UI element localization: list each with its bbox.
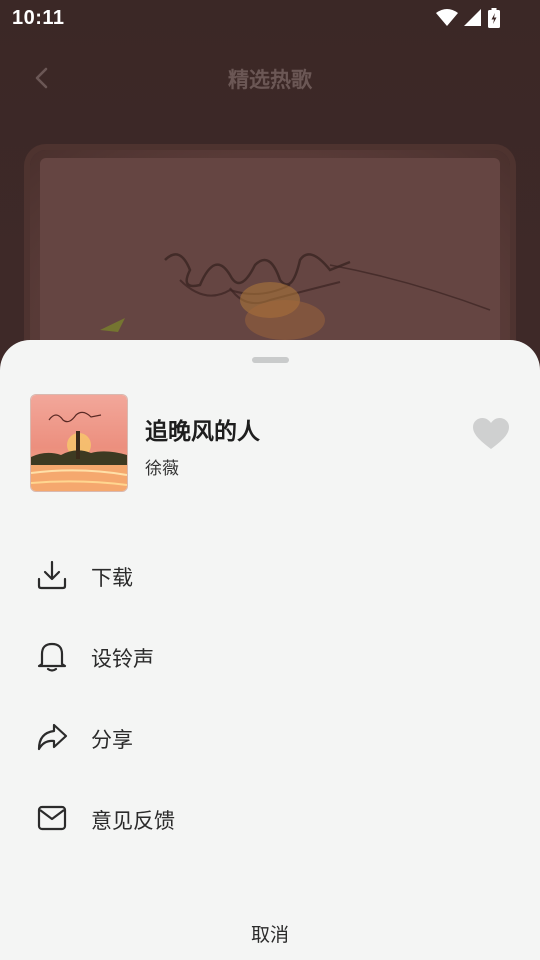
menu-item-label: 分享: [91, 728, 133, 752]
song-artist: 徐薇: [145, 459, 179, 479]
song-title: 追晚风的人: [145, 419, 260, 445]
signal-icon: [464, 9, 481, 26]
share-icon: [37, 723, 68, 751]
download-icon: [37, 560, 67, 590]
wifi-icon: [436, 9, 458, 26]
battery-charging-icon: [488, 8, 500, 28]
mail-icon: [37, 805, 67, 831]
menu-item-label: 设铃声: [91, 647, 154, 671]
menu-item-ringtone[interactable]: 设铃声: [0, 621, 540, 691]
menu-item-label: 下载: [91, 566, 133, 590]
action-sheet: 追晚风的人 徐薇 下载 设铃声 分享 意见反馈 取消: [0, 340, 540, 960]
menu-item-label: 意见反馈: [91, 809, 175, 833]
drag-handle[interactable]: [252, 357, 289, 363]
menu-item-feedback[interactable]: 意见反馈: [0, 783, 540, 853]
status-bar: 10:11: [0, 0, 540, 38]
like-button[interactable]: [472, 415, 510, 453]
top-bar: 精选热歌: [0, 38, 540, 118]
song-cover-thumbnail: [30, 394, 128, 492]
heart-icon: [473, 418, 509, 449]
status-time: 10:11: [12, 7, 65, 29]
status-icons: [436, 8, 500, 28]
menu-item-share[interactable]: 分享: [0, 702, 540, 772]
page-title: 精选热歌: [228, 68, 312, 92]
cancel-button[interactable]: 取消: [0, 920, 540, 947]
menu-item-download[interactable]: 下载: [0, 540, 540, 610]
bell-icon: [37, 642, 67, 672]
